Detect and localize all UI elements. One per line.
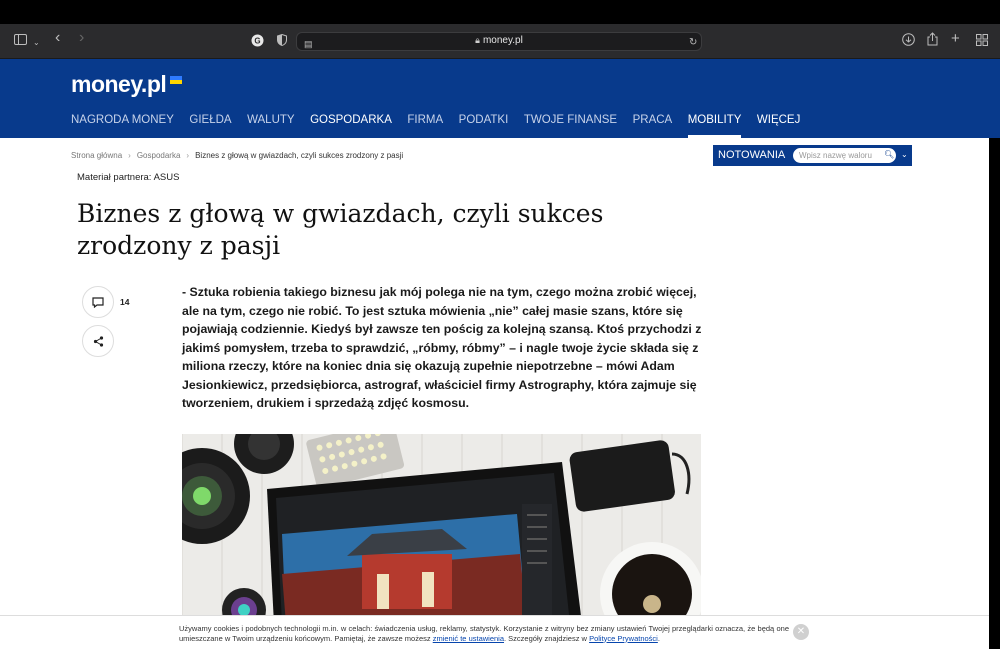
article-lead: - Sztuka robienia takiego biznesu jak mó… <box>182 285 702 410</box>
forward-icon[interactable]: › <box>79 30 84 46</box>
download-icon[interactable] <box>902 33 915 50</box>
tab-overview-icon[interactable] <box>976 34 988 50</box>
close-icon[interactable]: ✕ <box>793 624 809 640</box>
page-content: Strona główna › Gospodarka › Biznes z gł… <box>0 138 989 649</box>
privacy-policy-link[interactable]: Polityce Prywatności <box>589 634 658 643</box>
address-bar[interactable]: ▤ 🔒︎ money.pl ↻ <box>296 32 702 51</box>
nav-item-twoje-finanse[interactable]: TWOJE FINANSE <box>524 114 617 134</box>
nav-item-gospodarka[interactable]: GOSPODARKA <box>310 114 392 134</box>
breadcrumb: Strona główna › Gospodarka › Biznes z gł… <box>71 151 403 160</box>
comments-count: 14 <box>120 297 130 307</box>
chevron-down-icon[interactable]: ⌄ <box>901 150 908 159</box>
breadcrumb-section[interactable]: Gospodarka <box>137 151 181 160</box>
quotes-label: NOTOWANIA <box>718 149 786 161</box>
extension-icon[interactable]: G <box>251 34 264 51</box>
url-text: money.pl <box>482 35 523 46</box>
window-edge <box>989 138 1000 649</box>
top-black-bar <box>0 0 1000 24</box>
chevron-right-icon: › <box>128 151 131 160</box>
quotes-widget: NOTOWANIA 🔍︎ ⌄ <box>713 145 912 166</box>
breadcrumb-home[interactable]: Strona główna <box>71 151 122 160</box>
browser-toolbar: ⌄ ‹ › G ▤ 🔒︎ money.pl ↻ + <box>0 24 1000 59</box>
share-button[interactable] <box>82 325 114 357</box>
main-nav: NAGRODA MONEY GIEŁDA WALUTY GOSPODARKA F… <box>71 114 816 138</box>
new-tab-icon[interactable]: + <box>951 31 960 47</box>
chevron-right-icon: › <box>186 151 190 160</box>
breadcrumb-current: Biznes z głową w gwiazdach, czyli sukces… <box>195 151 404 160</box>
nav-item-firma[interactable]: FIRMA <box>407 114 443 134</box>
quotes-search-input[interactable] <box>793 148 896 163</box>
comment-icon <box>92 296 104 308</box>
partner-label: Materiał partnera: ASUS <box>77 172 180 183</box>
share-icon[interactable] <box>927 32 938 50</box>
cookie-settings-link[interactable]: zmienić te ustawienia <box>433 634 504 643</box>
reload-icon[interactable]: ↻ <box>689 35 697 51</box>
article-image <box>182 434 701 624</box>
site-logo[interactable]: money.pl <box>71 71 167 98</box>
nav-item-nagroda-money[interactable]: NAGRODA MONEY <box>71 114 174 134</box>
nav-item-waluty[interactable]: WALUTY <box>247 114 295 134</box>
cookie-banner: Używamy cookies i podobnych technologii … <box>0 615 989 649</box>
share-icon <box>93 335 103 347</box>
sidebar-icon[interactable] <box>14 33 27 49</box>
nav-item-wiecej[interactable]: WIĘCEJ <box>757 114 800 134</box>
cookie-text: Używamy cookies i podobnych technologii … <box>179 624 789 643</box>
ukraine-flag-icon <box>170 76 182 84</box>
nav-item-gielda[interactable]: GIEŁDA <box>189 114 231 134</box>
search-icon[interactable]: 🔍︎ <box>884 150 894 159</box>
article-title: Biznes z głową w gwiazdach, czyli sukces… <box>77 199 604 260</box>
nav-item-praca[interactable]: PRACA <box>633 114 673 134</box>
nav-item-podatki[interactable]: PODATKI <box>459 114 509 134</box>
shield-icon[interactable] <box>277 33 287 50</box>
svg-text:G: G <box>254 37 260 46</box>
lock-icon: 🔒︎ <box>475 35 480 45</box>
back-icon[interactable]: ‹ <box>55 30 60 46</box>
chevron-down-icon[interactable]: ⌄ <box>33 35 40 51</box>
site-header: money.pl NAGRODA MONEY GIEŁDA WALUTY GOS… <box>0 59 1000 138</box>
nav-item-mobility[interactable]: MOBILITY <box>687 114 741 138</box>
comments-button[interactable] <box>82 286 114 318</box>
